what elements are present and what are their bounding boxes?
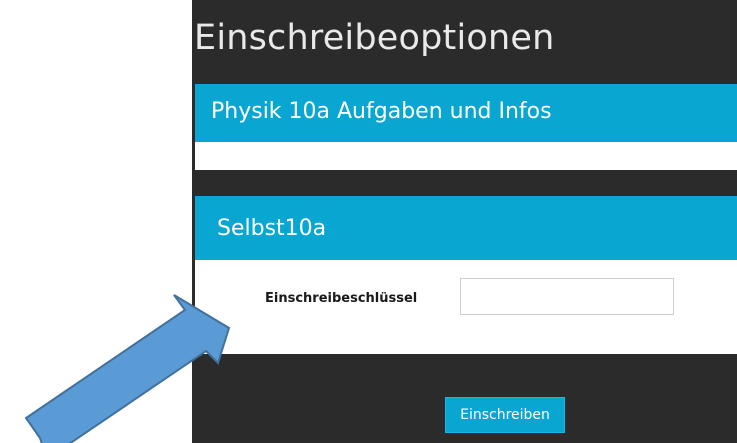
- screenshot-stage: Einschreibeoptionen Physik 10a Aufgaben …: [0, 0, 737, 443]
- enrolment-key-input[interactable]: [460, 278, 674, 315]
- enrolment-key-label: Einschreibeschlüssel: [265, 291, 418, 306]
- course-header: Physik 10a Aufgaben und Infos: [195, 84, 737, 142]
- enrol-button[interactable]: Einschreiben: [445, 397, 565, 433]
- enrolment-method-title: Selbst10a: [217, 216, 327, 241]
- enrolment-form: Einschreibeschlüssel: [195, 260, 737, 354]
- page-title: Einschreibeoptionen: [194, 18, 555, 58]
- course-summary-area: [195, 142, 737, 170]
- enrolment-panel: Einschreibeoptionen Physik 10a Aufgaben …: [192, 0, 737, 443]
- course-title: Physik 10a Aufgaben und Infos: [211, 99, 552, 124]
- enrolment-method-header: Selbst10a: [195, 196, 737, 260]
